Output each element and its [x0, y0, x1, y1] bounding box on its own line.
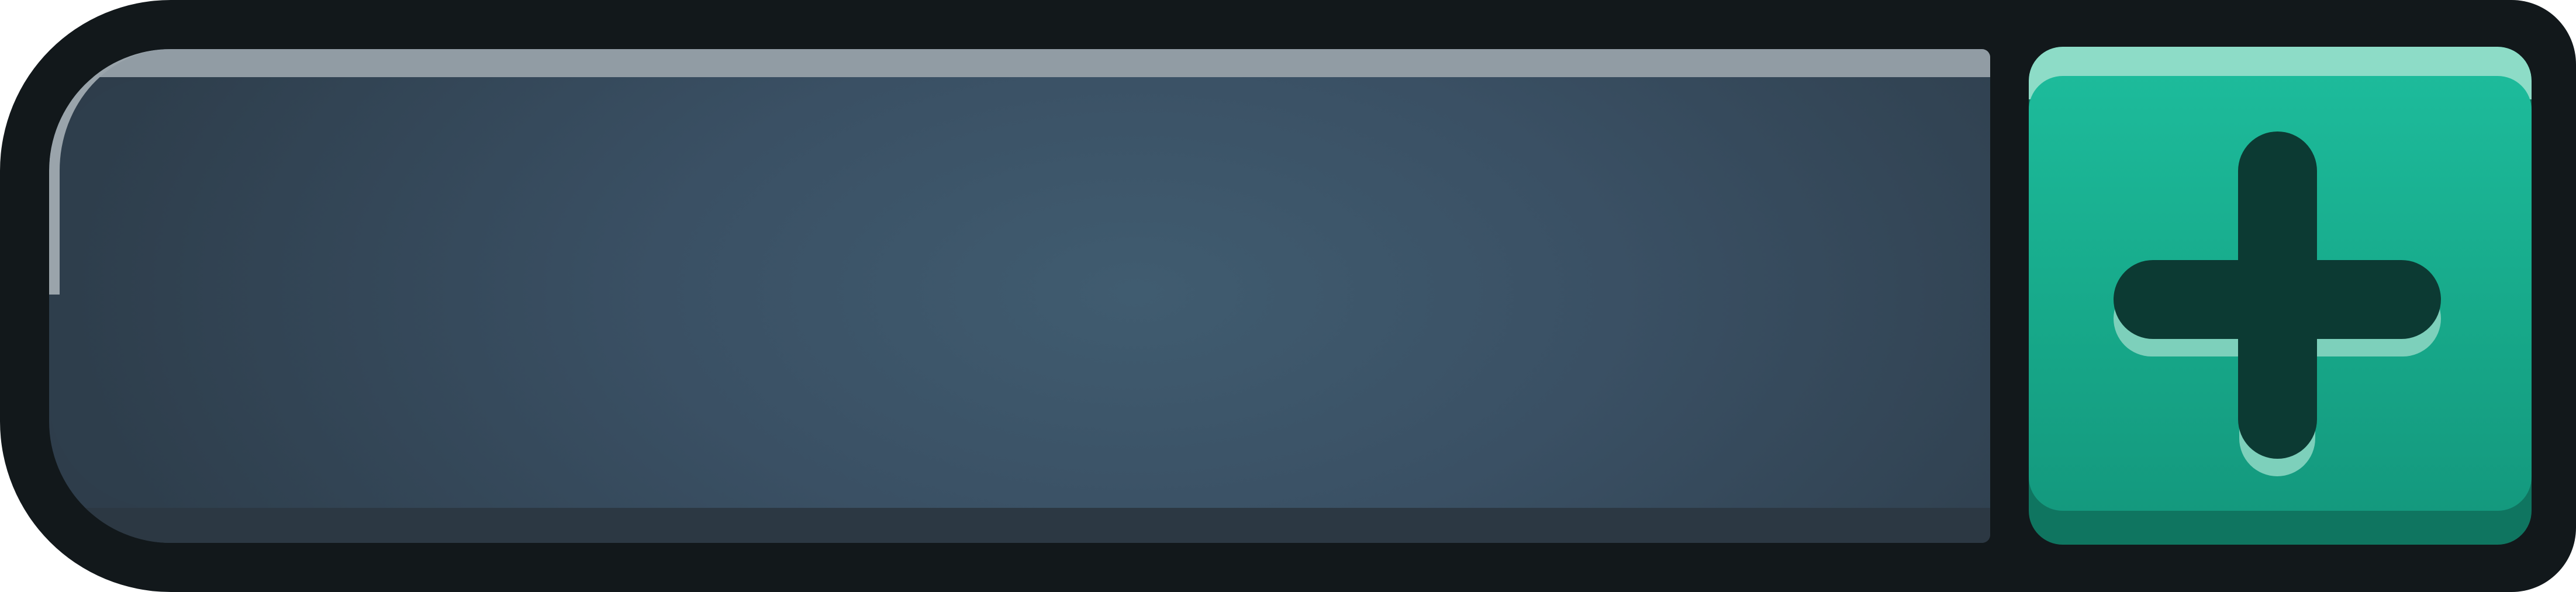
input-bottom-shadow [49, 508, 1990, 543]
add-button[interactable] [2029, 47, 2532, 545]
plus-icon-vertical-bar [2238, 131, 2317, 459]
text-input-field[interactable] [49, 49, 1990, 543]
input-face [49, 77, 1990, 508]
input-top-highlight [49, 49, 1990, 77]
plus-icon [2114, 131, 2447, 476]
add-item-widget [0, 0, 2576, 592]
